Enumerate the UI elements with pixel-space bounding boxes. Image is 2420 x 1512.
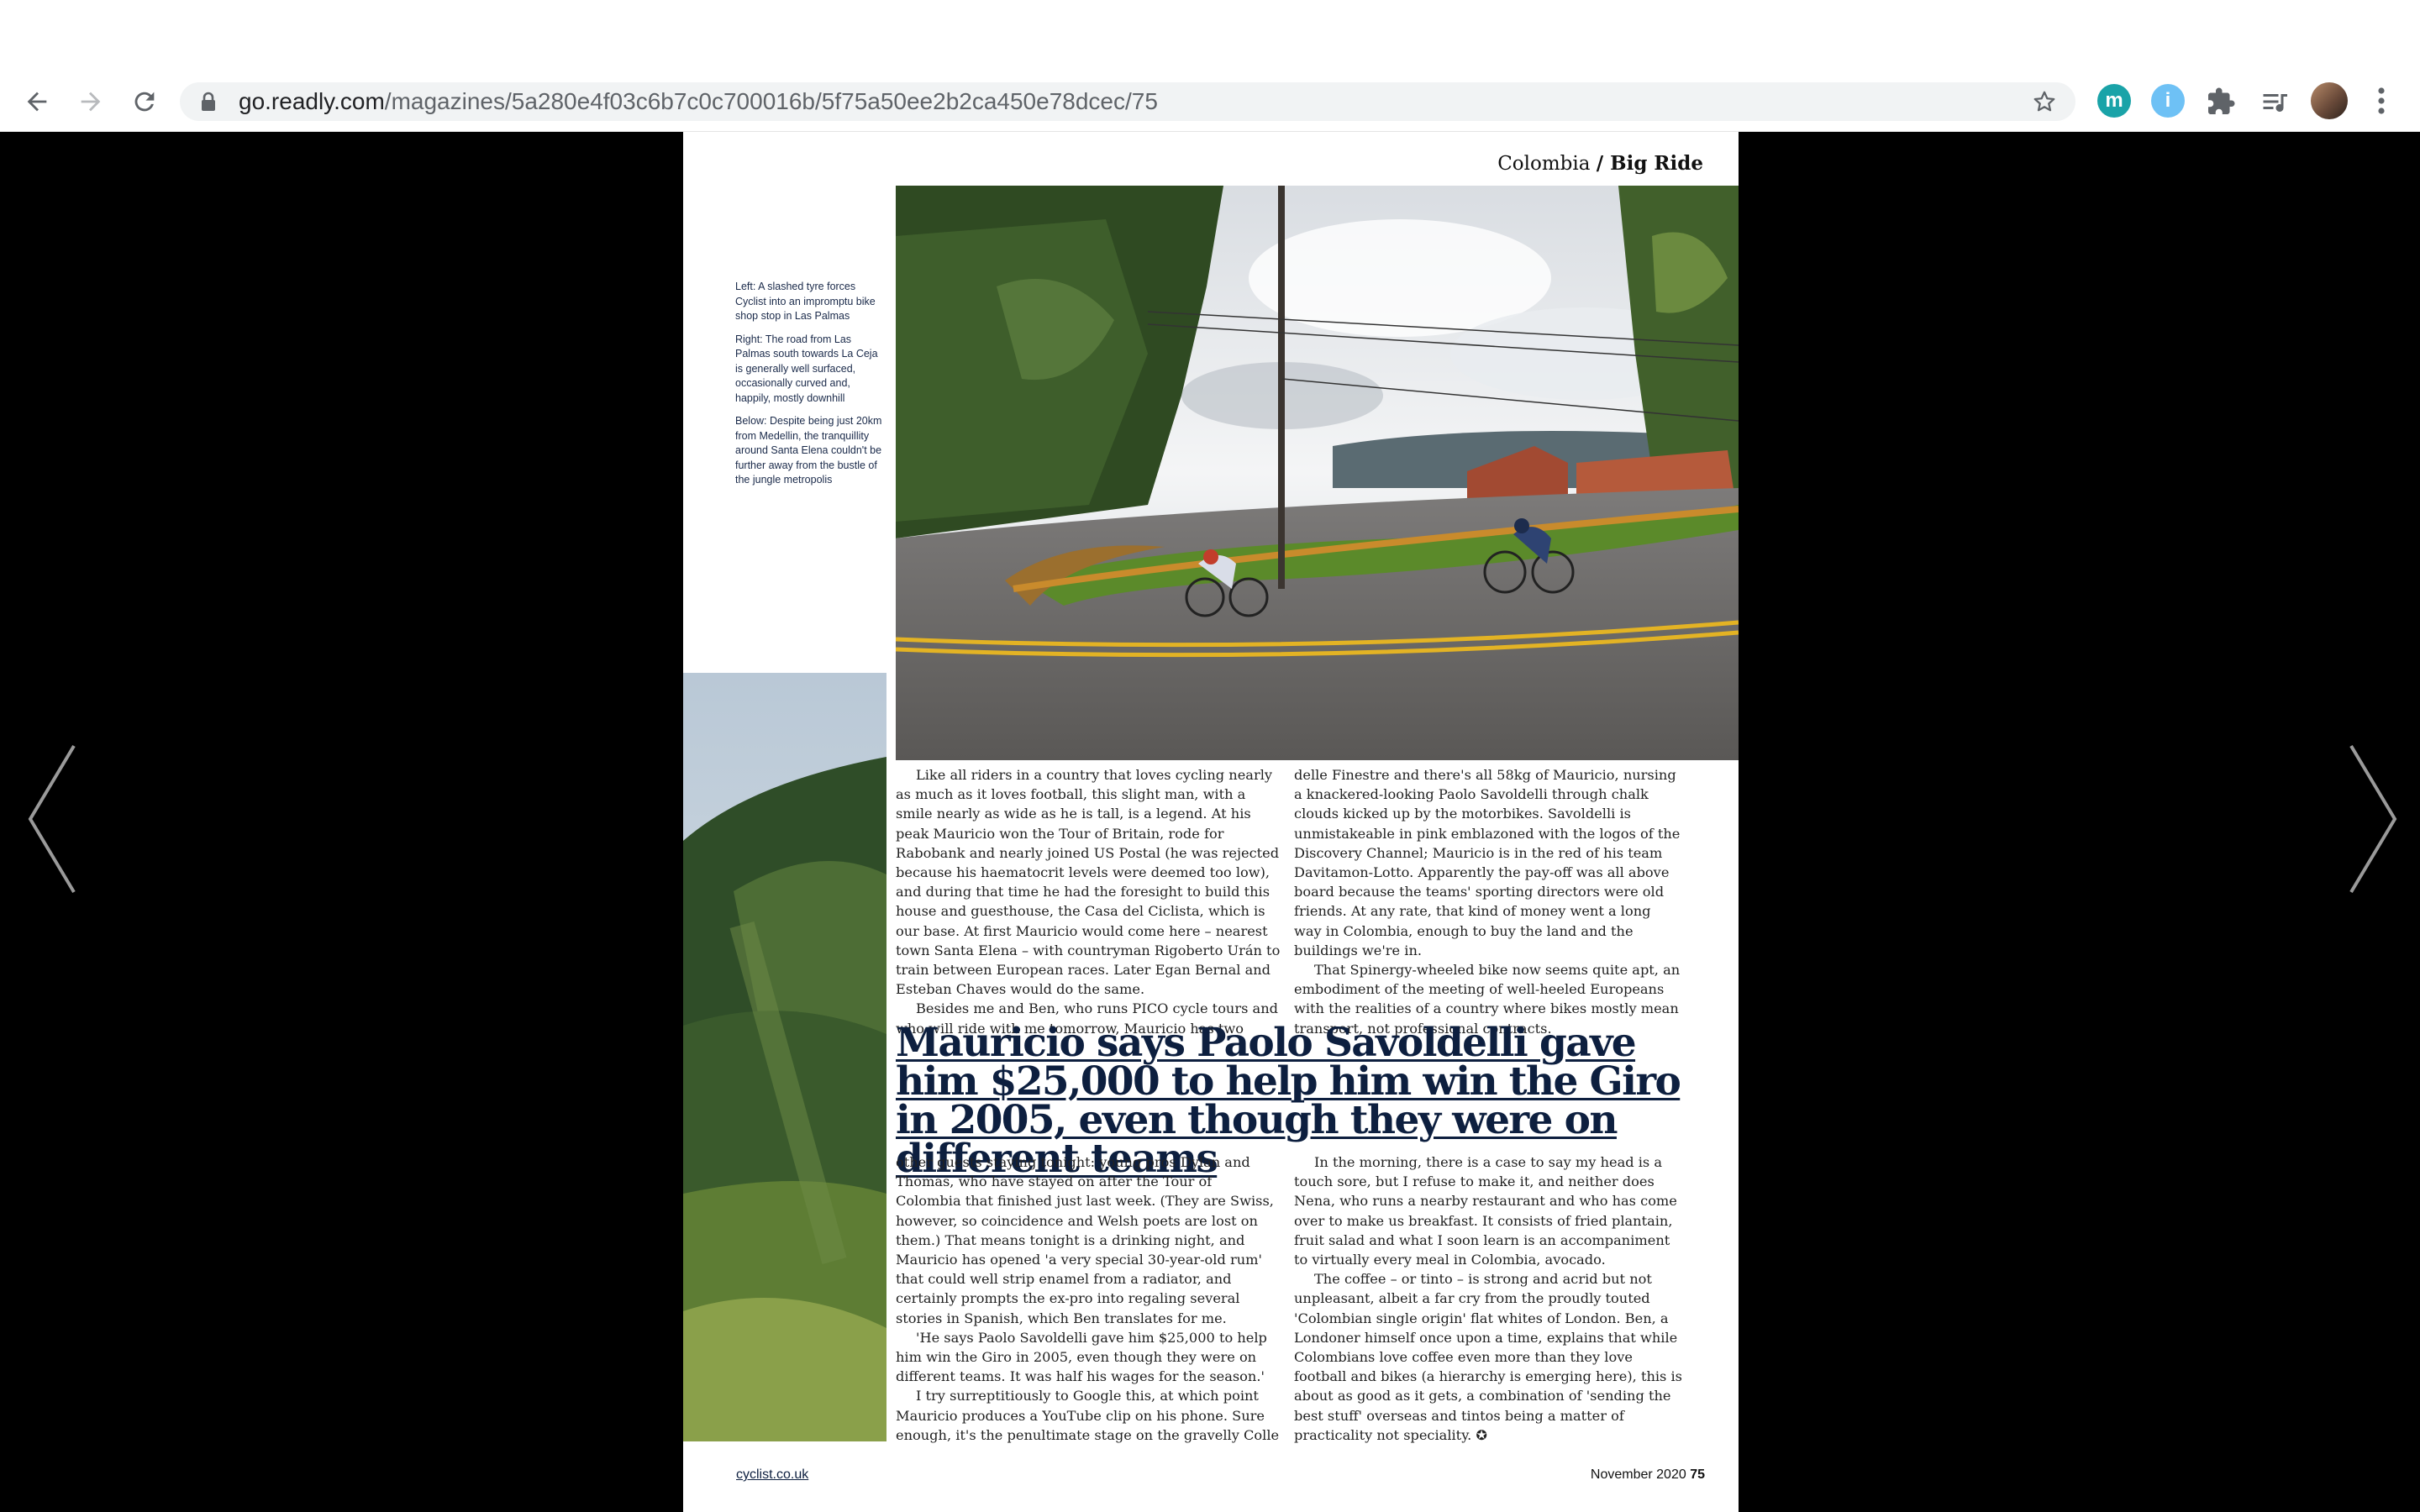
- footer-site-link[interactable]: cyclist.co.uk: [736, 1467, 808, 1483]
- body-column-4: In the morning, there is a case to say m…: [1294, 1154, 1682, 1443]
- window-top-strip: [0, 0, 2420, 72]
- caption-right: Right: The road from Las Palmas south to…: [735, 333, 878, 404]
- url-host: go.readly.com: [239, 88, 385, 114]
- reload-button[interactable]: [121, 72, 168, 131]
- footer-issue: November 2020 75: [1590, 1467, 1705, 1482]
- caption-left: Left: A slashed tyre forces Cyclist into…: [735, 281, 876, 322]
- main-photo-cyclists-on-bend: [896, 186, 1739, 760]
- magazine-page: Colombia / Big Ride Left: A slashed tyre…: [683, 132, 1739, 1512]
- url-text[interactable]: go.readly.com/magazines/5a280e4f03c6b7c0…: [239, 89, 1158, 114]
- profile-avatar[interactable]: [2311, 82, 2348, 119]
- page-number: 75: [1690, 1467, 1705, 1482]
- reload-icon: [134, 92, 155, 112]
- back-button[interactable]: [13, 72, 60, 131]
- chevron-right-icon: [2349, 744, 2397, 894]
- side-photo-valley: [683, 673, 886, 1441]
- reading-list-icon[interactable]: [2259, 87, 2291, 117]
- bookmark-star-icon[interactable]: [2032, 89, 2057, 114]
- address-bar[interactable]: go.readly.com/magazines/5a280e4f03c6b7c0…: [180, 82, 2075, 121]
- previous-page-button[interactable]: [25, 739, 84, 899]
- caption-below: Below: Despite being just 20km from Mede…: [735, 415, 882, 486]
- extensions-puzzle-icon[interactable]: [2206, 87, 2236, 117]
- body-column-1: Like all riders in a country that loves …: [896, 767, 1281, 1037]
- photo-captions: Left: A slashed tyre forces Cyclist into…: [735, 280, 883, 496]
- body-column-3: other guests staying tonight: young pros…: [896, 1154, 1280, 1443]
- forward-button[interactable]: [67, 72, 114, 131]
- chevron-left-icon: [28, 744, 76, 894]
- url-path: /magazines/5a280e4f03c6b7c0c700016b/5f75…: [384, 88, 1158, 114]
- lock-icon: [202, 92, 215, 111]
- running-head: Colombia / Big Ride: [1497, 152, 1703, 175]
- extension-m-icon[interactable]: m: [2097, 84, 2131, 118]
- extension-info-icon[interactable]: i: [2151, 84, 2185, 118]
- next-page-button[interactable]: [2341, 739, 2400, 899]
- back-arrow-icon: [27, 92, 47, 112]
- body-column-2: delle Finestre and there's all 58kg of M…: [1294, 767, 1681, 1037]
- forward-arrow-icon: [81, 92, 101, 112]
- browser-menu-icon[interactable]: [2371, 86, 2391, 116]
